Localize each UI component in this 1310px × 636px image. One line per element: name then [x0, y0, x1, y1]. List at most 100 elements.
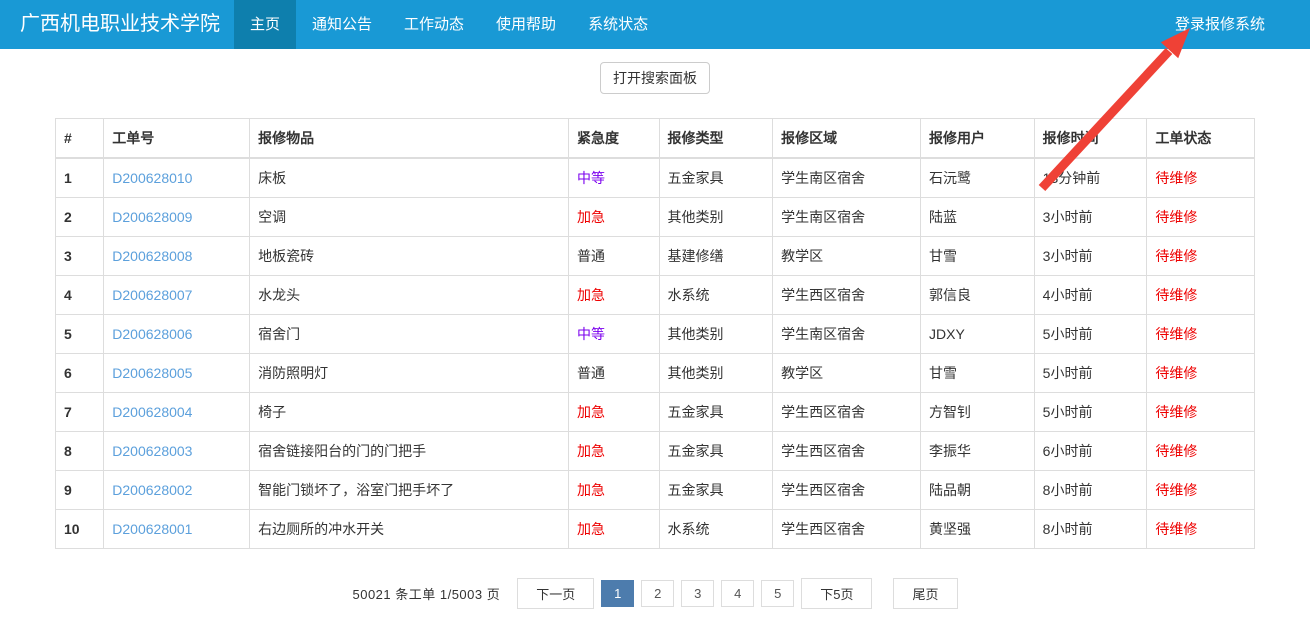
cell-item: 宿舍链接阳台的门的门把手 [250, 432, 569, 471]
cell-index: 1 [56, 158, 104, 198]
nav-item-4[interactable]: 系统状态 [572, 0, 664, 49]
page-button-2[interactable]: 2 [641, 580, 674, 607]
cell-time: 3小时前 [1034, 237, 1147, 276]
cell-item: 椅子 [250, 393, 569, 432]
next-5-pages-button[interactable]: 下5页 [801, 578, 872, 609]
cell-urgency: 加急 [568, 276, 659, 315]
order-number-link[interactable]: D200628005 [112, 365, 192, 381]
nav-item-1[interactable]: 通知公告 [296, 0, 388, 49]
cell-index: 9 [56, 471, 104, 510]
cell-item: 智能门锁坏了，浴室门把手坏了 [250, 471, 569, 510]
cell-urgency: 普通 [568, 354, 659, 393]
cell-area: 学生西区宿舍 [773, 471, 921, 510]
cell-index: 7 [56, 393, 104, 432]
order-number-link[interactable]: D200628007 [112, 287, 192, 303]
order-number-link[interactable]: D200628010 [112, 170, 192, 186]
order-number-link[interactable]: D200628002 [112, 482, 192, 498]
page-button-4[interactable]: 4 [721, 580, 754, 607]
page-button-1[interactable]: 1 [601, 580, 634, 607]
order-number-link[interactable]: D200628009 [112, 209, 192, 225]
cell-item: 宿舍门 [250, 315, 569, 354]
nav-item-0[interactable]: 主页 [234, 0, 296, 49]
cell-user: 郭信良 [921, 276, 1035, 315]
order-number-link[interactable]: D200628001 [112, 521, 192, 537]
cell-order-no: D200628001 [104, 510, 250, 549]
login-repair-system-link[interactable]: 登录报修系统 [1159, 0, 1310, 49]
work-order-table-wrap: #工单号报修物品紧急度报修类型报修区域报修用户报修时间工单状态 1 D200628… [55, 118, 1255, 549]
cell-type: 其他类别 [659, 198, 773, 237]
cell-order-no: D200628008 [104, 237, 250, 276]
cell-index: 10 [56, 510, 104, 549]
cell-area: 学生西区宿舍 [773, 276, 921, 315]
cell-area: 学生西区宿舍 [773, 393, 921, 432]
work-order-table: #工单号报修物品紧急度报修类型报修区域报修用户报修时间工单状态 1 D200628… [55, 118, 1255, 549]
order-number-link[interactable]: D200628003 [112, 443, 192, 459]
cell-area: 学生西区宿舍 [773, 510, 921, 549]
cell-status: 待维修 [1147, 158, 1255, 198]
cell-user: 黄坚强 [921, 510, 1035, 549]
page-button-5[interactable]: 5 [761, 580, 794, 607]
cell-order-no: D200628004 [104, 393, 250, 432]
nav-item-3[interactable]: 使用帮助 [480, 0, 572, 49]
cell-type: 基建修缮 [659, 237, 773, 276]
cell-status: 待维修 [1147, 198, 1255, 237]
cell-user: 甘雪 [921, 237, 1035, 276]
page-button-3[interactable]: 3 [681, 580, 714, 607]
open-search-panel-button[interactable]: 打开搜索面板 [600, 62, 710, 94]
cell-type: 五金家具 [659, 432, 773, 471]
last-page-button[interactable]: 尾页 [893, 578, 957, 609]
cell-type: 五金家具 [659, 158, 773, 198]
cell-item: 消防照明灯 [250, 354, 569, 393]
cell-area: 教学区 [773, 354, 921, 393]
order-number-link[interactable]: D200628008 [112, 248, 192, 264]
cell-index: 8 [56, 432, 104, 471]
column-header: 报修类型 [659, 119, 773, 159]
cell-urgency: 中等 [568, 315, 659, 354]
cell-user: JDXY [921, 315, 1035, 354]
cell-type: 水系统 [659, 276, 773, 315]
cell-time: 5小时前 [1034, 393, 1147, 432]
cell-urgency: 中等 [568, 158, 659, 198]
cell-time: 13分钟前 [1034, 158, 1147, 198]
cell-time: 8小时前 [1034, 471, 1147, 510]
site-brand: 广西机电职业技术学院 [0, 0, 234, 49]
column-header: 报修用户 [921, 119, 1035, 159]
toolbar: 打开搜索面板 [0, 62, 1310, 94]
cell-type: 五金家具 [659, 393, 773, 432]
nav-item-2[interactable]: 工作动态 [388, 0, 480, 49]
cell-urgency: 加急 [568, 432, 659, 471]
next-page-button[interactable]: 下一页 [517, 578, 594, 609]
cell-user: 甘雪 [921, 354, 1035, 393]
table-header-row: #工单号报修物品紧急度报修类型报修区域报修用户报修时间工单状态 [56, 119, 1255, 159]
order-number-link[interactable]: D200628006 [112, 326, 192, 342]
column-header: # [56, 119, 104, 159]
cell-area: 学生南区宿舍 [773, 198, 921, 237]
column-header: 报修时间 [1034, 119, 1147, 159]
cell-urgency: 加急 [568, 198, 659, 237]
cell-status: 待维修 [1147, 393, 1255, 432]
cell-user: 陆品朝 [921, 471, 1035, 510]
cell-status: 待维修 [1147, 237, 1255, 276]
cell-urgency: 加急 [568, 510, 659, 549]
pagination: 50021 条工单 1/5003 页 下一页 12345 下5页 尾页 [0, 578, 1310, 609]
cell-type: 水系统 [659, 510, 773, 549]
cell-order-no: D200628007 [104, 276, 250, 315]
table-row: 6D200628005消防照明灯普通其他类别教学区甘雪5小时前待维修 [56, 354, 1255, 393]
cell-urgency: 普通 [568, 237, 659, 276]
cell-status: 待维修 [1147, 315, 1255, 354]
cell-index: 3 [56, 237, 104, 276]
cell-time: 5小时前 [1034, 354, 1147, 393]
cell-area: 学生南区宿舍 [773, 158, 921, 198]
cell-type: 五金家具 [659, 471, 773, 510]
column-header: 紧急度 [568, 119, 659, 159]
cell-index: 5 [56, 315, 104, 354]
table-row: 9D200628002智能门锁坏了，浴室门把手坏了加急五金家具学生西区宿舍陆品朝… [56, 471, 1255, 510]
cell-area: 学生南区宿舍 [773, 315, 921, 354]
cell-time: 5小时前 [1034, 315, 1147, 354]
cell-item: 空调 [250, 198, 569, 237]
cell-time: 3小时前 [1034, 198, 1147, 237]
cell-time: 8小时前 [1034, 510, 1147, 549]
cell-area: 学生西区宿舍 [773, 432, 921, 471]
order-number-link[interactable]: D200628004 [112, 404, 192, 420]
table-row: 7D200628004椅子加急五金家具学生西区宿舍方智钊5小时前待维修 [56, 393, 1255, 432]
